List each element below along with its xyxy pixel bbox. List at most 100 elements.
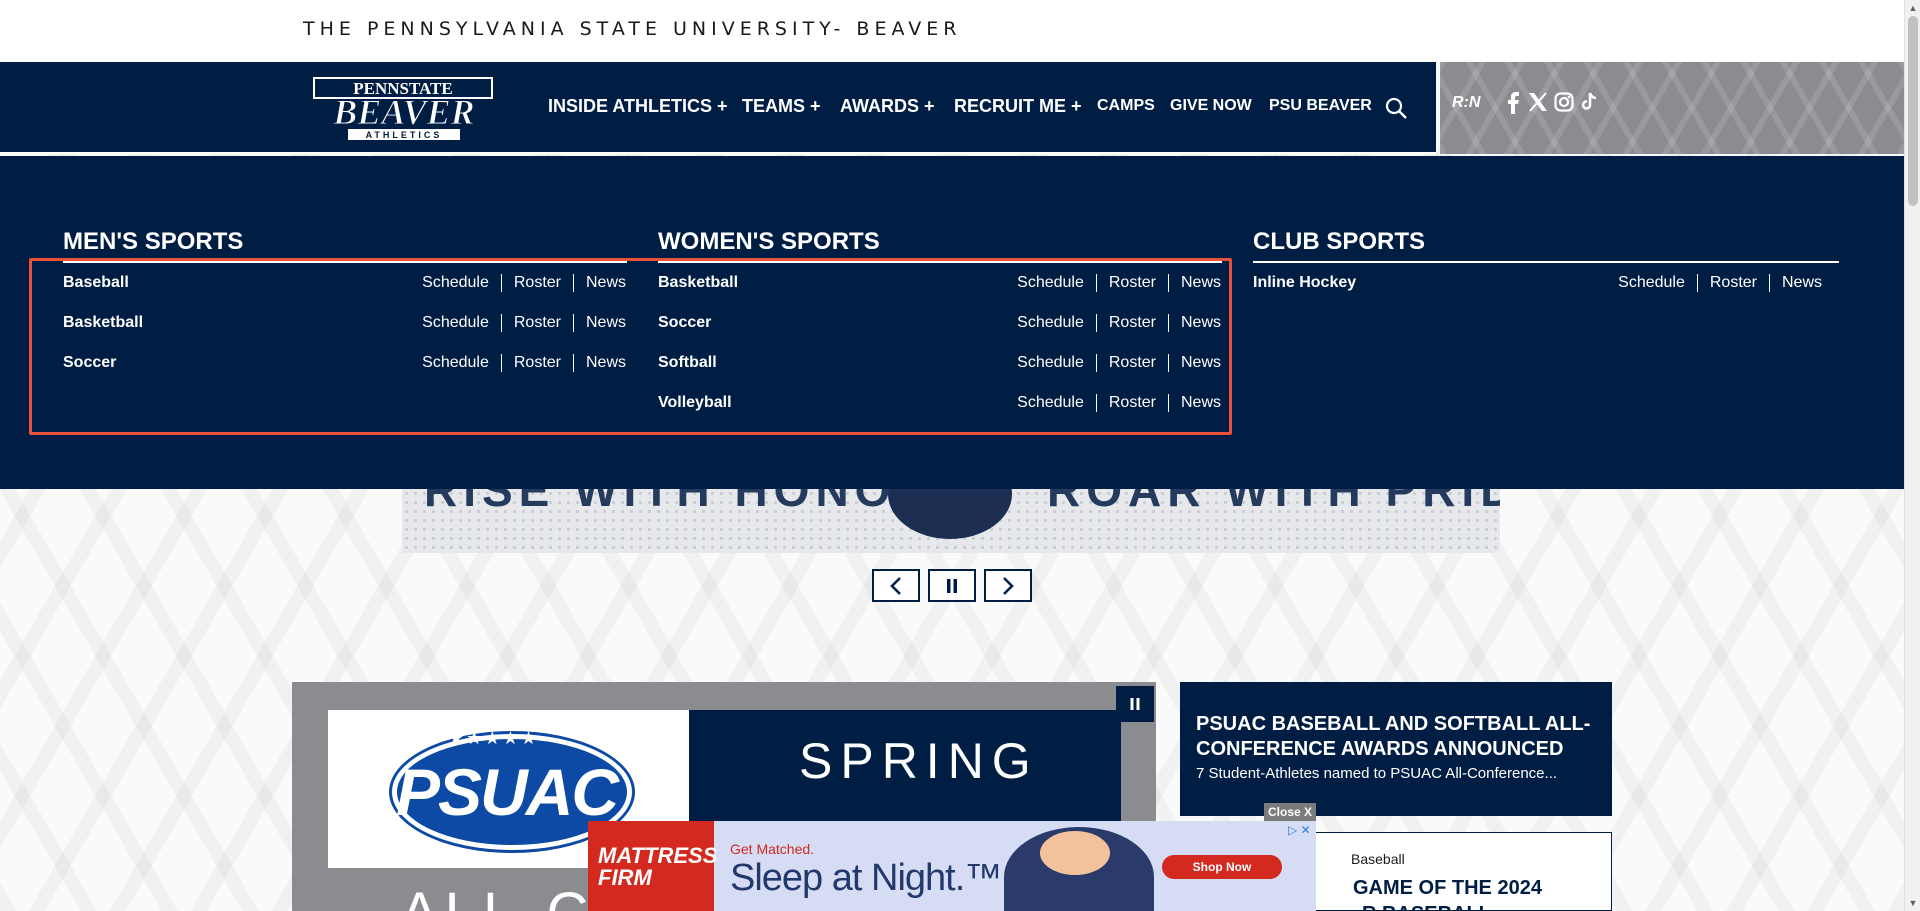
scroll-down-icon[interactable]: ▼	[1905, 895, 1920, 911]
link-separator	[500, 314, 502, 332]
feature-pause-button[interactable]	[1116, 686, 1154, 722]
scroll-thumb[interactable]	[1908, 16, 1918, 206]
sport-quick-links: Schedule Roster News	[422, 314, 626, 332]
nav-camps[interactable]: CAMPS	[1097, 97, 1155, 115]
instagram-icon[interactable]	[1554, 92, 1574, 117]
news-link[interactable]: News	[1181, 354, 1221, 372]
nav-teams[interactable]: TEAMS +	[742, 96, 821, 117]
sport-row: Basketball Schedule Roster News	[63, 314, 626, 338]
news-link[interactable]: News	[1181, 394, 1221, 412]
schedule-link[interactable]: Schedule	[422, 274, 489, 292]
sport-link[interactable]: Volleyball	[658, 394, 732, 412]
roster-link[interactable]: Roster	[514, 274, 561, 292]
sport-link[interactable]: Basketball	[63, 314, 143, 332]
schedule-link[interactable]: Schedule	[1017, 274, 1084, 292]
news-link[interactable]: News	[586, 274, 626, 292]
sport-row: Soccer Schedule Roster News	[658, 314, 1221, 338]
nav-inside-athletics[interactable]: INSIDE ATHLETICS +	[548, 96, 728, 117]
link-separator	[500, 354, 502, 372]
sport-quick-links: Schedule Roster News	[1017, 274, 1221, 292]
sport-quick-links: Schedule Roster News	[422, 274, 626, 292]
teams-mega-menu: MEN'S SPORTS Baseball Schedule Roster News Ba…	[0, 156, 1904, 489]
penn-state-beaver-logo[interactable]: PENNSTATE BEAVER ATHLETICS	[308, 74, 500, 142]
search-icon[interactable]	[1384, 96, 1408, 120]
sport-link[interactable]: Basketball	[658, 274, 738, 292]
news-link[interactable]: News	[586, 354, 626, 372]
pause-icon	[947, 578, 957, 593]
sport-link[interactable]: Softball	[658, 354, 717, 372]
news-link[interactable]: News	[1181, 314, 1221, 332]
schedule-link[interactable]: Schedule	[1017, 394, 1084, 412]
svg-text:BEAVER: BEAVER	[332, 92, 474, 132]
link-separator	[1095, 354, 1097, 372]
news-card[interactable]: PSUAC BASEBALL AND SOFTBALL ALL-CONFEREN…	[1180, 682, 1612, 816]
roster-link[interactable]: Roster	[514, 314, 561, 332]
x-icon[interactable]	[1528, 92, 1548, 117]
ad-brand-block: MATTRESS FIRM	[588, 821, 718, 911]
link-separator	[500, 274, 502, 292]
sport-row: Baseball Schedule Roster News	[63, 274, 626, 298]
banner-left-text: RISE WITH HONOR	[424, 489, 936, 516]
schedule-link[interactable]: Schedule	[1017, 354, 1084, 372]
carousel-pause-button[interactable]	[928, 569, 976, 602]
chevron-right-icon	[1003, 576, 1014, 595]
sport-link[interactable]: Inline Hockey	[1253, 274, 1356, 292]
carousel-prev-button[interactable]	[872, 569, 920, 602]
sport-quick-links: Schedule Roster News	[1618, 274, 1822, 292]
advertisement[interactable]: MATTRESS FIRM Get Matched. Sleep at Nigh…	[588, 821, 1316, 911]
university-title[interactable]: THE PENNSYLVANIA STATE UNIVERSITY- BEAVE…	[303, 18, 961, 40]
link-separator	[1095, 394, 1097, 412]
tiktok-icon[interactable]	[1580, 92, 1598, 117]
link-separator	[572, 354, 574, 372]
column-divider	[1253, 261, 1839, 263]
link-separator	[1167, 314, 1169, 332]
schedule-link[interactable]: Schedule	[422, 354, 489, 372]
column-divider	[63, 261, 627, 263]
news-category: Baseball	[1351, 851, 1405, 867]
ad-brand-name: MATTRESS FIRM	[598, 843, 718, 890]
ad-shop-now-button[interactable]: Shop Now	[1162, 855, 1282, 879]
sport-link[interactable]: Soccer	[63, 354, 116, 372]
news-link[interactable]: News	[586, 314, 626, 332]
schedule-link[interactable]: Schedule	[422, 314, 489, 332]
svg-text:ATHLETICS: ATHLETICS	[366, 130, 443, 140]
sport-link[interactable]: Soccer	[658, 314, 711, 332]
pause-icon	[1130, 698, 1140, 710]
column-title: MEN'S SPORTS	[63, 228, 244, 255]
news-link[interactable]: News	[1782, 274, 1822, 292]
link-separator	[1167, 354, 1169, 372]
roster-link[interactable]: Roster	[1109, 314, 1156, 332]
link-separator	[572, 274, 574, 292]
sport-quick-links: Schedule Roster News	[1017, 354, 1221, 372]
chevron-left-icon	[890, 576, 901, 595]
roster-link[interactable]: Roster	[1109, 394, 1156, 412]
link-separator	[1167, 394, 1169, 412]
scroll-up-icon[interactable]: ▲	[1905, 0, 1920, 16]
nav-recruit-me[interactable]: RECRUIT ME +	[954, 96, 1082, 117]
facebook-icon[interactable]	[1506, 92, 1520, 119]
nav-awards[interactable]: AWARDS +	[840, 96, 935, 117]
all-conference-text: ALL-C	[400, 880, 594, 911]
roster-link[interactable]: Roster	[1109, 274, 1156, 292]
page-scrollbar[interactable]: ▲ ▼	[1904, 0, 1920, 911]
schedule-link[interactable]: Schedule	[1618, 274, 1685, 292]
ad-illustration-figure	[1040, 831, 1110, 875]
schedule-link[interactable]: Schedule	[1017, 314, 1084, 332]
sport-quick-links: Schedule Roster News	[1017, 394, 1221, 412]
nav-give-now[interactable]: GIVE NOW	[1170, 97, 1252, 115]
nav-psu-beaver[interactable]: PSU BEAVER	[1269, 97, 1372, 115]
sport-quick-links: Schedule Roster News	[1017, 314, 1221, 332]
rn-icon[interactable]: R:N	[1452, 94, 1480, 112]
ad-choices-icon[interactable]: ▷ ✕	[1288, 823, 1311, 837]
news-link[interactable]: News	[1181, 274, 1221, 292]
roster-link[interactable]: Roster	[514, 354, 561, 372]
carousel-next-button[interactable]	[984, 569, 1032, 602]
sport-link[interactable]: Baseball	[63, 274, 129, 292]
slideshow-banner: RISE WITH HONOR ROAR WITH PRIDE	[402, 489, 1500, 553]
university-bar: THE PENNSYLVANIA STATE UNIVERSITY- BEAVE…	[0, 0, 1904, 62]
roster-link[interactable]: Roster	[1109, 354, 1156, 372]
sport-row: Volleyball Schedule Roster News	[658, 394, 1221, 418]
sport-row: Inline Hockey Schedule Roster News	[1253, 274, 1822, 298]
ad-close-button[interactable]: Close X	[1264, 803, 1316, 821]
roster-link[interactable]: Roster	[1710, 274, 1757, 292]
